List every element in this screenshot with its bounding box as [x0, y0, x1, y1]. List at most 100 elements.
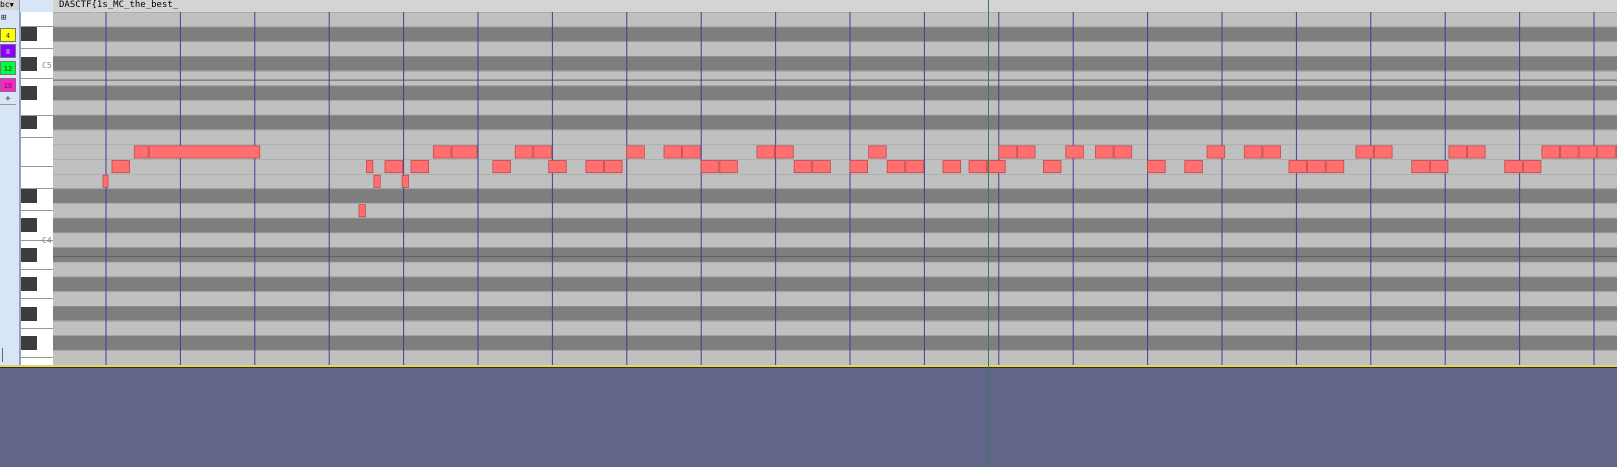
row-background: [53, 129, 1617, 145]
midi-note[interactable]: [1597, 145, 1616, 159]
black-key[interactable]: [21, 27, 37, 42]
midi-note[interactable]: [1504, 160, 1523, 174]
midi-note[interactable]: [365, 160, 374, 174]
quantize-8-button[interactable]: 8: [0, 44, 16, 58]
midi-note[interactable]: [775, 145, 794, 159]
midi-note[interactable]: [1147, 160, 1166, 174]
black-key[interactable]: [21, 56, 37, 71]
midi-note[interactable]: [849, 160, 869, 174]
midi-note[interactable]: [719, 160, 738, 174]
midi-note[interactable]: [1243, 145, 1263, 159]
row-background: [53, 306, 1617, 321]
midi-note[interactable]: [1095, 145, 1114, 159]
midi-note[interactable]: [626, 145, 645, 159]
white-key-separator: [21, 77, 54, 79]
midi-note[interactable]: [905, 160, 924, 174]
row-background: [53, 70, 1617, 86]
black-key[interactable]: [21, 277, 37, 292]
midi-note[interactable]: [410, 160, 430, 174]
piano-roll-grid[interactable]: [53, 12, 1617, 365]
midi-note[interactable]: [1411, 160, 1430, 174]
piano-keyboard[interactable]: C5 C4: [20, 12, 55, 365]
midi-note[interactable]: [663, 145, 683, 159]
midi-note[interactable]: [1307, 160, 1326, 174]
black-key[interactable]: [21, 86, 37, 100]
midi-note[interactable]: [1578, 145, 1598, 159]
midi-note[interactable]: [812, 160, 831, 174]
midi-note[interactable]: [384, 160, 404, 174]
midi-note[interactable]: [1043, 160, 1062, 174]
black-key[interactable]: [21, 218, 37, 233]
track-title: DASCTF{1s_MC_the_best_: [59, 0, 179, 10]
quantize-strip: bc▼ ⊞ 4 8 12 16 +: [0, 0, 20, 365]
midi-note[interactable]: [1374, 145, 1393, 159]
velocity-pane[interactable]: [0, 368, 1617, 467]
midi-note[interactable]: [1262, 145, 1281, 159]
midi-note[interactable]: [548, 160, 567, 174]
octave-label: C5: [42, 61, 52, 71]
midi-note[interactable]: [373, 174, 381, 188]
midi-note[interactable]: [1429, 160, 1449, 174]
midi-note[interactable]: [102, 174, 109, 188]
midi-note[interactable]: [793, 160, 813, 174]
quantize-16-button[interactable]: 16: [0, 78, 16, 92]
add-icon[interactable]: +: [0, 95, 16, 105]
midi-note[interactable]: [987, 160, 1006, 174]
midi-note[interactable]: [1467, 145, 1486, 159]
midi-note[interactable]: [585, 160, 604, 174]
row-background: [53, 350, 1617, 365]
midi-note[interactable]: [432, 145, 452, 159]
midi-note[interactable]: [1560, 145, 1579, 159]
midi-note[interactable]: [1065, 145, 1084, 159]
grid-icon[interactable]: ⊞: [1, 13, 15, 23]
midi-note[interactable]: [700, 160, 720, 174]
black-key[interactable]: [21, 115, 37, 130]
row-background: [53, 217, 1617, 233]
midi-note[interactable]: [514, 145, 534, 159]
black-key[interactable]: [21, 335, 37, 350]
midi-note[interactable]: [148, 145, 261, 159]
row-background: [53, 247, 1617, 262]
midi-note[interactable]: [451, 145, 478, 159]
midi-note[interactable]: [868, 145, 887, 159]
midi-note[interactable]: [1325, 160, 1345, 174]
midi-note[interactable]: [492, 160, 511, 174]
midi-note[interactable]: [682, 145, 701, 159]
midi-note[interactable]: [1522, 160, 1542, 174]
strip-header-label: bc: [0, 0, 10, 9]
midi-note[interactable]: [401, 174, 409, 188]
strip-divider: [2, 348, 3, 362]
midi-note[interactable]: [1541, 145, 1560, 159]
row-background: [53, 26, 1617, 42]
midi-note[interactable]: [942, 160, 962, 174]
black-key[interactable]: [21, 247, 37, 262]
midi-note[interactable]: [111, 160, 130, 174]
strip-header[interactable]: bc▼: [0, 0, 19, 10]
midi-note[interactable]: [358, 204, 366, 218]
black-key[interactable]: [21, 306, 37, 321]
midi-note[interactable]: [1017, 145, 1036, 159]
midi-note[interactable]: [1184, 160, 1203, 174]
quantize-4-button[interactable]: 4: [0, 28, 16, 42]
midi-note[interactable]: [1288, 160, 1307, 174]
midi-note[interactable]: [133, 145, 149, 159]
white-key-separator: [21, 298, 54, 300]
row-background: [53, 85, 1617, 101]
midi-note[interactable]: [1206, 145, 1226, 159]
dropdown-arrow-icon[interactable]: ▼: [10, 1, 14, 9]
midi-note[interactable]: [604, 160, 623, 174]
midi-note[interactable]: [1113, 145, 1133, 159]
row-background: [53, 173, 1617, 189]
midi-note[interactable]: [968, 160, 988, 174]
midi-note[interactable]: [756, 145, 776, 159]
midi-note[interactable]: [1355, 145, 1374, 159]
midi-note[interactable]: [1448, 145, 1467, 159]
midi-note[interactable]: [998, 145, 1017, 159]
midi-note[interactable]: [886, 160, 906, 174]
piano-roll-canvas[interactable]: [53, 12, 1617, 365]
playhead-line[interactable]: [987, 0, 989, 467]
quantize-12-button[interactable]: 12: [0, 61, 16, 75]
midi-note[interactable]: [533, 145, 552, 159]
black-key[interactable]: [21, 188, 37, 203]
white-key-separator: [21, 188, 54, 190]
